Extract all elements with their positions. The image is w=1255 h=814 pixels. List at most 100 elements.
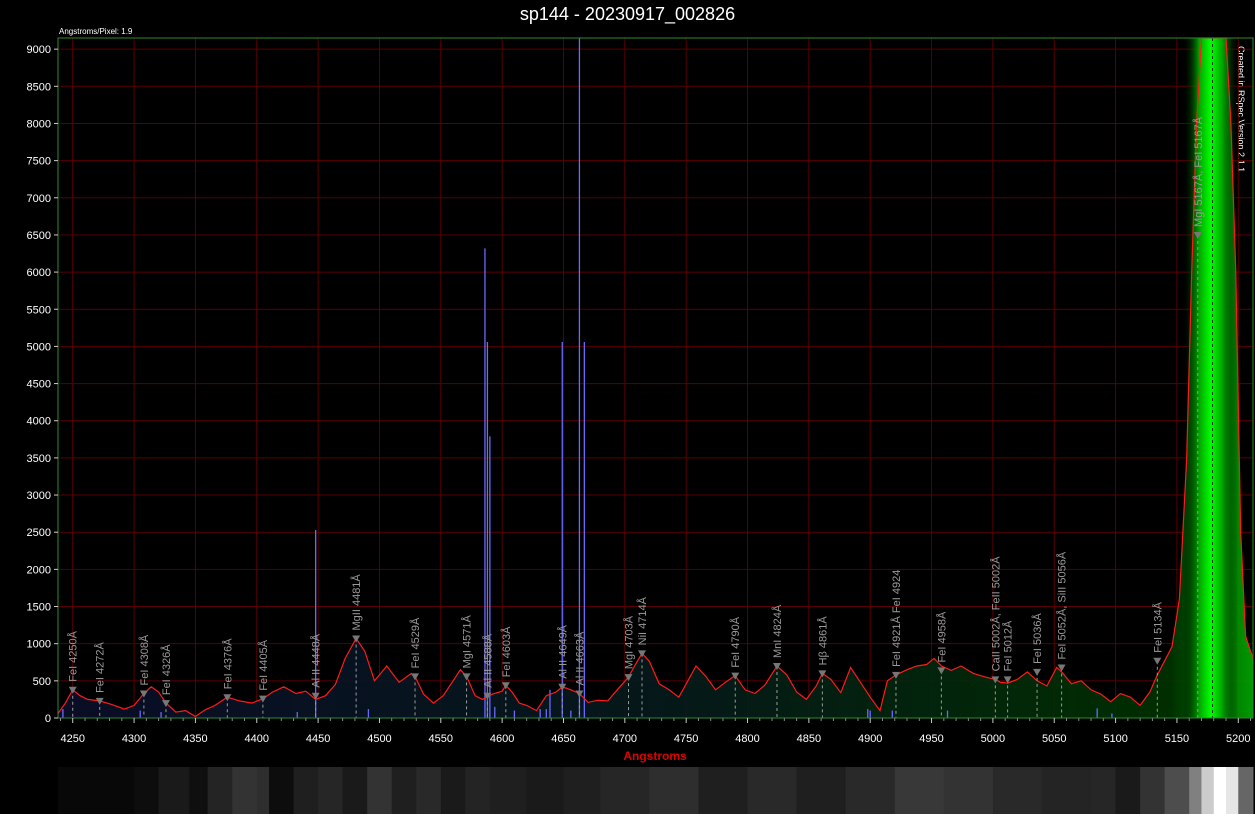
strip-segment	[943, 767, 994, 814]
annotation-label: FeI 5134Å	[1151, 601, 1164, 652]
annotation-label: MnI 4824Å	[771, 604, 784, 658]
strip-segment	[1238, 767, 1254, 814]
strip-segment	[1201, 767, 1215, 814]
y-tick-label: 3000	[27, 490, 51, 502]
strip-segment	[489, 767, 528, 814]
strip-segment	[1091, 767, 1117, 814]
x-tick-label: 5050	[1042, 733, 1066, 745]
annotation-label: FeI 4250Å	[67, 630, 80, 681]
strip-segment	[526, 767, 564, 814]
annotation-label: MgII 4481Å	[350, 574, 363, 631]
x-tick-label: 4400	[245, 733, 269, 745]
strip-segment	[318, 767, 344, 814]
line-annotations: FeI 4250Å FeI 4272Å FeI 4308Å FeI 4326Å FeI …	[67, 116, 1205, 718]
y-tick-label: 2500	[27, 527, 51, 539]
strip-segment	[698, 767, 749, 814]
strip-segment	[342, 767, 368, 814]
strip-segment	[58, 767, 135, 814]
annotation-label: FeI 4529Å	[409, 617, 422, 668]
strip-segment	[563, 767, 601, 814]
strip-segment	[1041, 767, 1092, 814]
x-tick-label: 4600	[490, 733, 514, 745]
plot-frame	[57, 37, 1254, 719]
annotation-label: Al II 4448Å	[310, 633, 323, 687]
strip-segment	[256, 767, 270, 814]
strip-segment	[1221, 767, 1227, 814]
annotation-label: FeI 5052Å, SiII 5056Å	[1056, 551, 1069, 659]
x-tick-label: 5000	[981, 733, 1005, 745]
strip-segment	[845, 767, 896, 814]
strip-segment	[1226, 767, 1239, 814]
y-tick-label: 6000	[27, 267, 51, 279]
y-tick-label: 4000	[27, 416, 51, 428]
annotation-label: FeI 4308Å	[138, 634, 151, 685]
x-tick-label: 4950	[919, 733, 943, 745]
spectrum-chart: FeI 4250Å FeI 4272Å FeI 4308Å FeI 4326Å FeI …	[27, 37, 1254, 814]
y-tick-label: 4500	[27, 379, 51, 391]
strip-segment	[747, 767, 798, 814]
strip-segment	[894, 767, 945, 814]
annotation-label: FeI 4958Å	[935, 611, 948, 662]
strip-segment	[391, 767, 417, 814]
annotation-label: MgI 4571Å	[461, 615, 474, 669]
y-tick-label: 6500	[27, 230, 51, 242]
annotation-label: CaII 5002Å, FeII 5002Å	[989, 556, 1002, 672]
annotation-label: FeI 4326Å	[160, 644, 173, 695]
y-tick-label: 8500	[27, 81, 51, 93]
spectrum-line	[57, 37, 1254, 718]
y-tick-label: 2000	[27, 564, 51, 576]
annotation-label: FeI 4405Å	[257, 639, 270, 690]
y-tick-label: 1500	[27, 602, 51, 614]
y-tick-label: 7000	[27, 193, 51, 205]
y-tick-label: 1000	[27, 639, 51, 651]
annotation-label: FeI 4376Å	[221, 638, 234, 689]
x-tick-label: 5200	[1226, 733, 1250, 745]
x-tick-label: 4350	[183, 733, 207, 745]
emission-glow-band	[1183, 38, 1239, 718]
x-tick-label: 4450	[306, 733, 330, 745]
y-tick-label: 5000	[27, 341, 51, 353]
strip-segment	[1140, 767, 1166, 814]
strip-segment	[465, 767, 491, 814]
strip-segment	[293, 767, 319, 814]
annotation-marker	[352, 635, 361, 643]
y-tick-label: 9000	[27, 44, 51, 56]
y-tick-label: 7500	[27, 156, 51, 168]
annotation-label: FeI 4790Å	[729, 616, 742, 667]
annotation-label: Hβ 4861Å	[816, 616, 829, 666]
strip-segment	[367, 767, 393, 814]
strip-segment	[1213, 767, 1222, 814]
strip-segment	[269, 767, 295, 814]
strip-segment	[1164, 767, 1190, 814]
y-tick-label: 500	[33, 676, 51, 688]
strip-segment	[1189, 767, 1202, 814]
y-tick-label: 0	[45, 713, 51, 725]
spectrum-line-group	[57, 37, 1254, 718]
x-tick-label: 4900	[858, 733, 882, 745]
strip-segment	[796, 767, 847, 814]
raw-lines	[62, 38, 1113, 718]
annotation-label: MgI 4703Å	[623, 615, 636, 669]
strip-segment	[232, 767, 258, 814]
spectrum-fill	[58, 38, 1253, 718]
annotation-label: Al II 4588Å	[481, 633, 494, 687]
annotation-label: FeI 4921Å FeI 4924	[890, 570, 903, 667]
y-tick-label: 3500	[27, 453, 51, 465]
grid	[58, 38, 1253, 719]
y-tick-label: 5500	[27, 304, 51, 316]
annotation-label: NiI 4714Å	[636, 596, 649, 645]
x-tick-label: 4650	[551, 733, 575, 745]
x-tick-label: 5150	[1165, 733, 1189, 745]
annotation-label: FeI 4603Å	[500, 626, 513, 677]
x-tick-label: 4500	[367, 733, 391, 745]
x-tick-label: 4700	[613, 733, 637, 745]
spectrum-strip	[58, 767, 1254, 814]
annotation-label: Al II 4649Å	[556, 624, 569, 678]
annotation-label: FeI 5012Å	[1002, 620, 1015, 671]
annotation-label: FeI 5036Å	[1031, 613, 1044, 664]
x-tick-label: 4750	[674, 733, 698, 745]
strip-segment	[649, 767, 699, 814]
strip-segment	[134, 767, 160, 814]
annotation-marker	[1153, 657, 1162, 665]
emission-glow	[1183, 38, 1239, 718]
